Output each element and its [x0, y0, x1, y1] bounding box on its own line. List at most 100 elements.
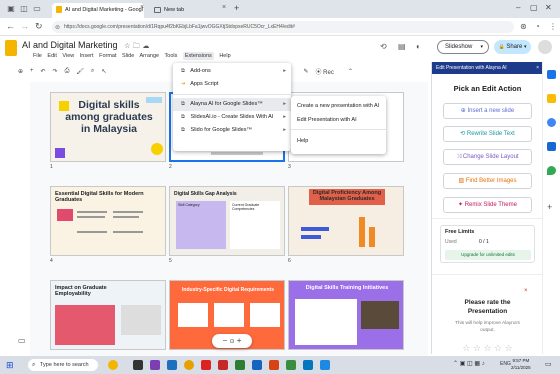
menu-view[interactable]: View	[62, 53, 74, 59]
close-icon[interactable]: ×	[536, 62, 539, 74]
slide-thumbnail[interactable]: Essential Digital Skills for Modern Grad…	[50, 186, 166, 256]
app-icon[interactable]	[201, 360, 211, 370]
menu-format[interactable]: Format	[99, 53, 116, 59]
avatar[interactable]	[538, 40, 552, 54]
menu-arrange[interactable]: Arrange	[140, 53, 160, 59]
undo-icon[interactable]: ↶	[41, 68, 46, 75]
maximize-button[interactable]: ▢	[530, 3, 538, 12]
rewrite-text-button[interactable]: ⟲ Rewrite Slide Text	[443, 126, 532, 142]
star-icon[interactable]: ☆	[124, 43, 130, 50]
close-tab-icon[interactable]: ×	[140, 4, 144, 11]
insert-slide-button[interactable]: ⊕ Insert a new slide	[443, 103, 532, 119]
collapse-icon[interactable]: ⌃	[348, 68, 353, 75]
notifications-icon[interactable]: ▭	[545, 360, 552, 368]
submenu-help[interactable]: Help	[297, 138, 308, 144]
app-icon[interactable]	[150, 360, 160, 370]
tab-slides[interactable]: AI and Digital Marketing - Googl	[52, 3, 144, 18]
move-folder-icon[interactable]: 🗀	[133, 43, 140, 50]
clock[interactable]: 9:57 PM 2/11/2025	[511, 358, 531, 371]
menu-item-slido[interactable]: ⧉ Slido for Google Slides™ ▸	[173, 124, 291, 137]
slide-thumbnail[interactable]: Digital Proficiency Among Malaysian Grad…	[288, 186, 404, 256]
zoom-out-button[interactable]: −	[223, 336, 228, 345]
comments-icon[interactable]: ▤	[398, 42, 406, 51]
language-indicator[interactable]: ENG	[500, 361, 511, 367]
zoom-in-icon[interactable]: ⊕	[18, 68, 23, 75]
change-layout-button[interactable]: ⤨ Change Slide Layout	[443, 149, 532, 165]
minimize-button[interactable]: –	[516, 3, 520, 12]
browser-menu-icon[interactable]: ⋮	[549, 22, 557, 31]
tab-actions-icon[interactable]: ◫	[19, 4, 29, 14]
slide-thumbnail[interactable]: Digital skills among graduates in Malays…	[50, 92, 166, 162]
menu-item-add-ons[interactable]: ⧉ Add-ons ▸	[173, 65, 291, 78]
record-button[interactable]: ⦿ Rec	[315, 67, 340, 76]
window-menu-icon[interactable]: ▣	[6, 4, 16, 14]
app-icon[interactable]	[286, 360, 296, 370]
keep-icon[interactable]	[547, 94, 556, 103]
tab-new-tab[interactable]: New tab	[150, 3, 230, 18]
site-info-icon[interactable]: ⊜	[55, 24, 60, 31]
new-slide-icon[interactable]: +	[30, 68, 34, 74]
close-icon[interactable]: ×	[524, 288, 528, 294]
maps-icon[interactable]	[547, 166, 556, 175]
remix-theme-button[interactable]: ✦ Remix Slide Theme	[443, 197, 532, 213]
chevron-down-icon[interactable]: ▾	[480, 41, 483, 53]
app-icon[interactable]	[252, 360, 262, 370]
app-icon[interactable]	[167, 360, 177, 370]
chrome-icon[interactable]	[184, 360, 194, 370]
meet-icon[interactable]: ◐	[416, 42, 421, 51]
filmstrip-icon[interactable]: ▭	[18, 336, 26, 345]
task-view-icon[interactable]	[133, 360, 143, 370]
menu-insert[interactable]: Insert	[80, 53, 94, 59]
tasks-icon[interactable]	[547, 118, 556, 127]
extensions-icon[interactable]: ⊛	[520, 22, 527, 31]
slide-thumbnail[interactable]: Digital Skills Gap Analysis Skill Catego…	[169, 186, 285, 256]
zoom-in-button[interactable]: +	[237, 336, 242, 345]
pen-icon[interactable]: ✎	[303, 68, 308, 75]
calendar-icon[interactable]	[547, 70, 556, 79]
paint-format-icon[interactable]: 🖌	[76, 68, 84, 75]
app-icon[interactable]	[218, 360, 228, 370]
select-icon[interactable]: ↖	[101, 68, 106, 75]
app-icon[interactable]	[235, 360, 245, 370]
print-icon[interactable]: ⎙	[65, 68, 70, 75]
new-tab-button[interactable]: +	[234, 3, 239, 13]
tab-search-icon[interactable]: ▭	[32, 4, 42, 14]
reload-icon[interactable]: ↻	[35, 21, 43, 32]
forward-icon[interactable]: →	[20, 21, 29, 31]
profile-icon[interactable]: ◔	[535, 22, 540, 31]
windows-start-icon[interactable]: ⊞	[6, 360, 16, 370]
app-icon[interactable]	[269, 360, 279, 370]
widget-icon[interactable]	[108, 360, 118, 370]
menu-tools[interactable]: Tools	[165, 53, 178, 59]
zoom-icon[interactable]: ⌕	[91, 68, 94, 75]
menu-help[interactable]: Help	[219, 53, 230, 59]
slide-thumbnail[interactable]: Digital Skills Training Initiatives	[288, 280, 404, 350]
add-addon-icon[interactable]: +	[547, 202, 552, 212]
app-icon[interactable]	[303, 360, 313, 370]
upgrade-button[interactable]: Upgrade for unlimited edits	[445, 250, 531, 260]
rating-stars[interactable]: ☆ ☆ ☆ ☆ ☆	[432, 343, 543, 354]
close-tab-icon[interactable]: ×	[222, 4, 226, 11]
menu-edit[interactable]: Edit	[47, 53, 56, 59]
taskbar-search-input[interactable]: ⌕ Type here to search	[28, 359, 98, 371]
close-window-button[interactable]: ✕	[545, 3, 552, 12]
find-images-button[interactable]: ▧ Find Better Images	[443, 173, 532, 189]
menu-item-alayna[interactable]: ⧉ Alayna AI for Google Slides™ ▸	[173, 98, 291, 111]
share-button[interactable]: 🔒 Share ▾	[494, 40, 531, 54]
tray-icons[interactable]: ⌃ ▣ ◫ ▦ ♪	[453, 360, 485, 367]
url-input[interactable]: https://docs.google.com/presentation/d/1…	[52, 21, 514, 33]
menu-extensions[interactable]: Extensions	[182, 52, 214, 60]
submenu-edit-presentation[interactable]: Edit Presentation with AI	[297, 117, 357, 123]
slides-logo-icon[interactable]	[5, 40, 17, 56]
history-icon[interactable]: ⟲	[380, 42, 387, 51]
submenu-create-presentation[interactable]: Create a new presentation with AI	[297, 103, 379, 109]
menu-item-apps-script[interactable]: ➔ Apps Script	[173, 78, 291, 91]
app-icon[interactable]	[320, 360, 330, 370]
document-title[interactable]: AI and Digital Marketing ☆ 🗀 ☁	[22, 40, 149, 53]
slide-thumbnail[interactable]: Impact on Graduate Employability	[50, 280, 166, 350]
redo-icon[interactable]: ↷	[53, 68, 58, 75]
menu-file[interactable]: File	[33, 53, 42, 59]
menu-slide[interactable]: Slide	[122, 53, 134, 59]
menu-item-slidesai[interactable]: ⧉ SlidesAI.io - Create Slides With AI ▸	[173, 111, 291, 124]
back-icon[interactable]: ←	[6, 21, 15, 31]
